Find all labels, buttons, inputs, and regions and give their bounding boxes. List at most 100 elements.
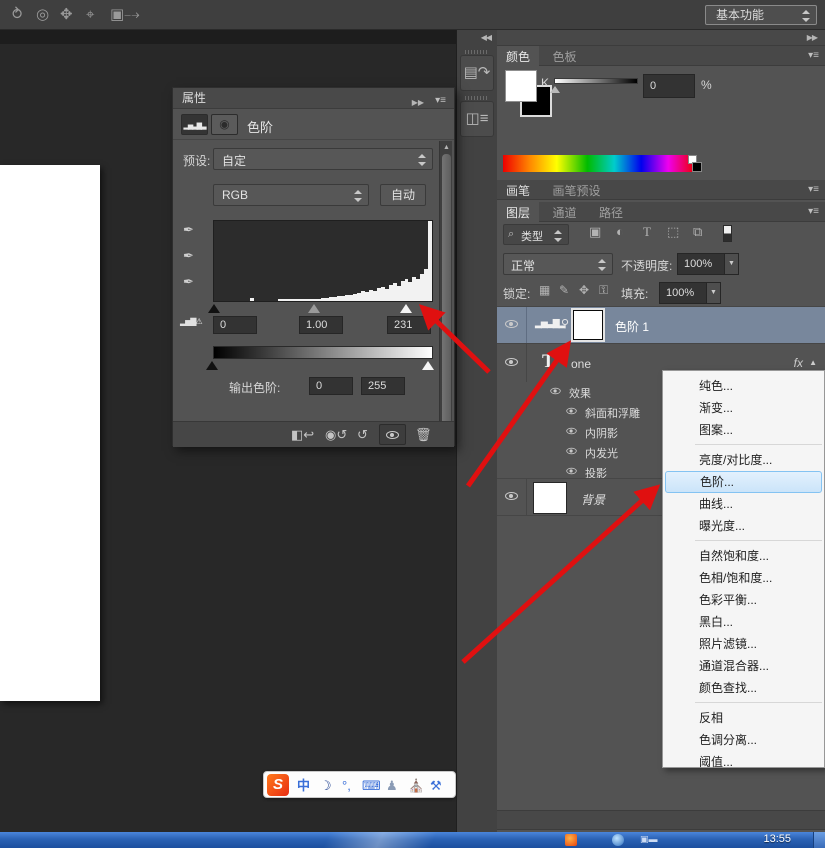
3d-panel-icon[interactable]: ◫≡ — [460, 101, 494, 137]
collapse-effects-icon[interactable]: ▲ — [809, 358, 817, 367]
tab-brush-presets[interactable]: 画笔预设 — [543, 180, 609, 202]
workspace-switcher[interactable]: 基本功能 — [705, 5, 817, 25]
tab-brush[interactable]: 画笔 — [497, 180, 539, 202]
visibility-cell[interactable] — [497, 479, 527, 515]
menu-item[interactable]: 图案... — [663, 419, 824, 441]
eye-icon[interactable] — [505, 492, 518, 500]
eye-icon[interactable] — [566, 408, 576, 414]
tab-channels[interactable]: 通道 — [543, 202, 585, 224]
input-highlight-slider[interactable] — [400, 304, 412, 313]
taskbar-app-title[interactable]: ▣▬ — [640, 834, 658, 845]
delete-adjustment-icon[interactable]: 🗑 — [415, 426, 432, 444]
ime-skin-icon[interactable]: ⛪ — [408, 777, 424, 794]
menu-item[interactable]: 黑白... — [663, 611, 824, 633]
3d-slide-tool-icon[interactable]: ⌖ — [86, 5, 94, 25]
channel-select[interactable]: RGB — [213, 184, 369, 206]
tab-layers[interactable]: 图层 — [497, 202, 539, 224]
dropdown-arrow-icon[interactable]: ▼ — [725, 253, 739, 275]
menu-item[interactable]: 亮度/对比度... — [663, 449, 824, 471]
filter-adjustment-layers-icon[interactable]: ◐ — [616, 224, 624, 239]
menu-item[interactable]: 渐变... — [663, 397, 824, 419]
auto-button[interactable]: 自动 — [380, 184, 426, 206]
lock-transparency-icon[interactable]: ▦ — [539, 283, 550, 297]
collapse-panels-icon[interactable]: ◀◀ — [481, 33, 491, 42]
taskbar-app-icon[interactable] — [612, 834, 624, 846]
clip-to-layer-icon[interactable]: ◧↩ — [291, 426, 314, 444]
mask-button[interactable]: ◉ — [211, 114, 238, 135]
filter-type-layers-icon[interactable]: T — [643, 224, 651, 240]
3d-roll-tool-icon[interactable]: ◎ — [36, 5, 49, 25]
sogou-logo-icon[interactable]: S — [267, 774, 289, 796]
layer-mask-thumbnail[interactable] — [573, 310, 603, 340]
lock-position-icon[interactable]: ✥ — [579, 283, 589, 297]
lock-pixels-icon[interactable]: ✎ — [559, 283, 569, 297]
eye-icon[interactable] — [505, 320, 518, 328]
ime-toolbar[interactable]: S 中 ☽ °, ⌨ ♟ ⛪ ⚒ — [263, 771, 456, 798]
gray-point-eyedropper-icon[interactable]: ✒ — [183, 248, 199, 264]
3d-pan-tool-icon[interactable]: ✥ — [60, 5, 73, 25]
reset-adjustment-icon[interactable]: ↺ — [357, 426, 368, 444]
input-highlight-field[interactable]: 231 — [387, 316, 431, 334]
menu-item[interactable]: 色调分离... — [663, 729, 824, 751]
view-previous-state-icon[interactable]: ◉↺ — [325, 426, 347, 444]
white-point-eyedropper-icon[interactable]: ✒ — [183, 274, 199, 290]
spectrum-black-swatch[interactable] — [692, 162, 702, 172]
menu-item[interactable]: 色相/饱和度... — [663, 567, 824, 589]
eye-icon[interactable] — [566, 428, 576, 434]
menu-item[interactable]: 照片滤镜... — [663, 633, 824, 655]
document-canvas[interactable] — [0, 165, 100, 701]
dropdown-arrow-icon[interactable]: ▼ — [707, 282, 721, 304]
properties-scrollbar[interactable]: ▲ ▼ — [439, 141, 452, 446]
text-layer-thumbnail[interactable]: T — [542, 351, 555, 373]
k-slider-ramp[interactable] — [554, 78, 638, 84]
taskbar-sogou-icon[interactable] — [565, 834, 577, 846]
tab-properties[interactable]: 属性 — [173, 91, 206, 105]
menu-item[interactable]: 反相 — [663, 707, 824, 729]
output-shadow-slider[interactable] — [206, 361, 218, 370]
filter-pixel-layers-icon[interactable]: ▣ — [589, 224, 601, 240]
tab-color[interactable]: 颜色 — [497, 46, 539, 68]
taskbar[interactable]: ▣▬ 13:55 — [0, 832, 825, 848]
k-slider-thumb[interactable] — [550, 86, 560, 93]
scroll-thumb[interactable] — [442, 154, 451, 430]
panel-menu-icon[interactable]: ▾≡ — [808, 206, 819, 217]
expand-panels-icon[interactable]: ▶▶ — [807, 33, 817, 42]
layer-name[interactable]: 色阶 1 — [615, 318, 649, 335]
filter-toggle-switch[interactable] — [723, 225, 732, 242]
input-midtone-slider[interactable] — [308, 304, 320, 313]
output-highlight-slider[interactable] — [422, 361, 434, 370]
filter-smart-objects-icon[interactable]: ⧉ — [693, 224, 702, 240]
menu-item[interactable]: 色彩平衡... — [663, 589, 824, 611]
eye-icon[interactable] — [550, 388, 560, 394]
menu-item[interactable]: 色阶... — [665, 471, 822, 493]
input-shadow-field[interactable]: 0 — [213, 316, 257, 334]
layer-name[interactable]: 背景 — [581, 491, 605, 508]
black-point-eyedropper-icon[interactable]: ✒ — [183, 222, 199, 238]
panel-menu-icon[interactable]: ▾≡ — [435, 91, 446, 111]
blend-mode-select[interactable]: 正常 — [503, 253, 613, 275]
ime-chinese-mode-icon[interactable]: 中 — [297, 777, 310, 794]
eye-icon[interactable] — [566, 468, 576, 474]
input-shadow-slider[interactable] — [208, 304, 220, 313]
histogram-button[interactable]: ▂▅▃▇▃ — [181, 114, 208, 135]
input-midtone-field[interactable]: 1.00 — [299, 316, 343, 334]
layer-name[interactable]: one — [571, 357, 591, 371]
background-thumbnail[interactable] — [533, 482, 567, 514]
histogram-warning-icon[interactable]: ▂▅▇⚠ — [180, 317, 202, 326]
eye-icon[interactable] — [505, 358, 518, 366]
ime-user-icon[interactable]: ♟ — [386, 777, 398, 794]
toggle-visibility-button[interactable] — [379, 424, 406, 445]
menu-item[interactable]: 自然饱和度... — [663, 545, 824, 567]
scroll-up-icon[interactable]: ▲ — [443, 144, 450, 151]
fill-combo[interactable]: 100% ▼ — [659, 282, 721, 304]
filter-shape-layers-icon[interactable]: ⬚ — [667, 224, 679, 240]
color-spectrum-ramp[interactable] — [503, 155, 695, 172]
menu-item[interactable]: 阈值... — [663, 751, 824, 773]
output-shadow-field[interactable]: 0 — [309, 377, 353, 395]
ime-punctuation-icon[interactable]: °, — [342, 777, 351, 794]
preset-select[interactable]: 自定 — [213, 148, 433, 170]
menu-item[interactable]: 通道混合器... — [663, 655, 824, 677]
clock[interactable]: 13:55 — [763, 833, 791, 845]
tab-swatches[interactable]: 色板 — [543, 46, 585, 68]
layer-row-levels[interactable]: ▂▅▃▇▂ ⚲ 色阶 1 — [497, 306, 825, 343]
